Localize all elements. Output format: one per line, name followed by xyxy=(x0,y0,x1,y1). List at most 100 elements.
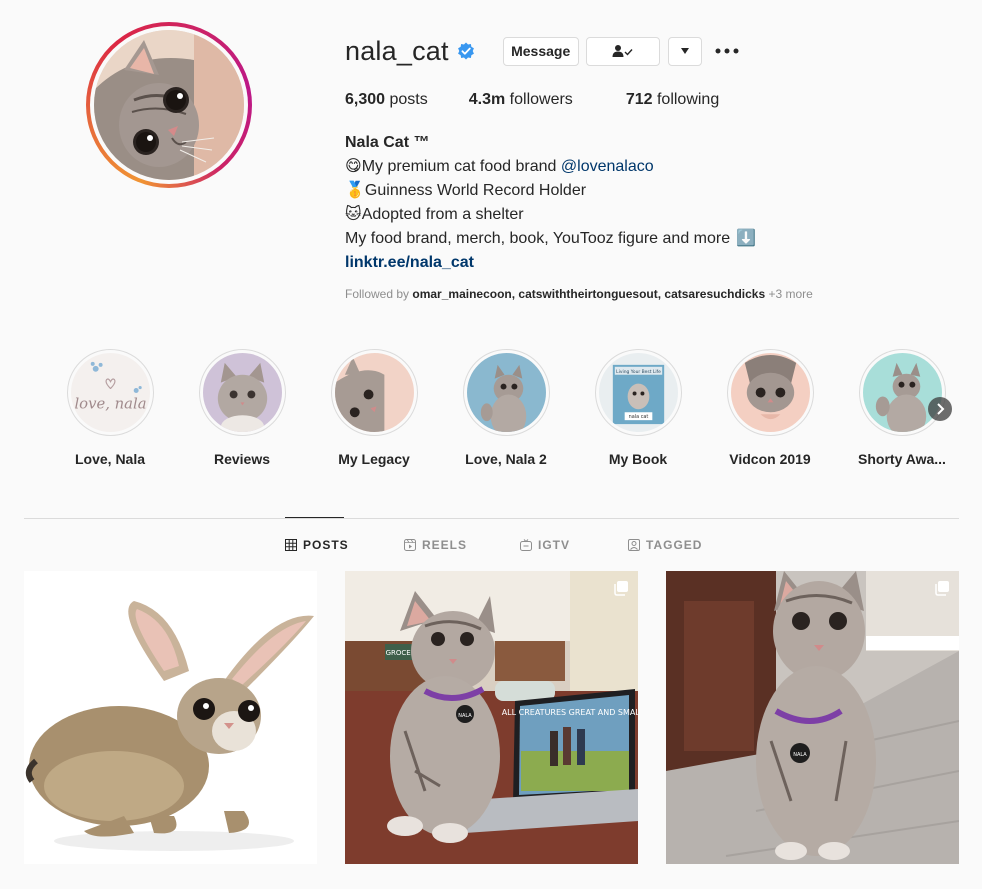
cat-with-laptop-photo: GROCERY ALL CREATURES GREAT AND SMALL NA… xyxy=(345,571,638,864)
bio-line-4: My food brand, merch, book, YouTooz figu… xyxy=(345,227,756,251)
avatar-gap xyxy=(90,26,248,184)
bio-line-4-text: My food brand, merch, book, YouTooz figu… xyxy=(345,230,731,247)
tab-tagged-label: TAGGED xyxy=(646,538,703,552)
profile-avatar xyxy=(94,30,244,180)
highlight-reviews[interactable]: Reviews xyxy=(176,349,308,467)
profile-stats: 6,300 posts 4.3m followers 712 following xyxy=(345,91,759,109)
tab-posts-label: POSTS xyxy=(303,538,349,552)
highlights-next-button[interactable] xyxy=(928,397,952,421)
profile-tabs: POSTS REELS IGTV TAGGED xyxy=(0,538,982,554)
igtv-icon xyxy=(520,539,532,551)
profile-bio: Nala Cat ™ 😋 My premium cat food brand @… xyxy=(345,131,756,275)
collar-tag-text: NALA xyxy=(458,713,472,719)
followed-by-users: omar_mainecoon, catswiththeirtonguesout,… xyxy=(412,287,766,301)
following-label: following xyxy=(656,91,720,108)
highlight-my-book[interactable]: Living Your Best Life nala cat My Book xyxy=(572,349,704,467)
highlight-cover: Living Your Best Life nala cat xyxy=(598,353,678,432)
multiple-photos-icon xyxy=(935,581,949,596)
story-highlights: love, nala Love, Nala Reviews My Legacy … xyxy=(66,349,956,469)
highlight-label: Vidcon 2019 xyxy=(729,451,811,467)
post-thumbnail[interactable]: NALA xyxy=(666,571,959,864)
highlight-love-nala-2[interactable]: Love, Nala 2 xyxy=(440,349,572,467)
highlight-cover: love, nala xyxy=(70,353,150,432)
bio-emoji-yum: 😋 xyxy=(345,158,362,175)
caret-down-icon xyxy=(680,48,689,54)
cat-face-cover xyxy=(202,353,282,432)
bio-line-2: 🥇 Guinness World Record Holder xyxy=(345,179,756,203)
more-options-button[interactable] xyxy=(715,39,739,63)
profile-header-row: nala_cat Message xyxy=(345,34,739,68)
grid-icon xyxy=(285,539,297,551)
highlight-cover xyxy=(466,353,546,432)
highlight-my-legacy[interactable]: My Legacy xyxy=(308,349,440,467)
verified-badge-icon xyxy=(457,42,474,60)
highlight-label: My Book xyxy=(608,451,668,467)
chevron-right-icon xyxy=(937,403,945,415)
love-nala-logo-cover: love, nala xyxy=(70,353,150,432)
highlight-label: My Legacy xyxy=(338,451,410,467)
highlight-label: Love, Nala 2 xyxy=(465,451,547,467)
profile-username: nala_cat xyxy=(345,35,449,66)
cat-on-blue-cover xyxy=(466,353,546,432)
tab-reels[interactable]: REELS xyxy=(404,538,467,552)
followers-stat[interactable]: 4.3m followers xyxy=(469,91,573,109)
profile-avatar-ring[interactable] xyxy=(86,22,252,188)
following-person-check-icon xyxy=(612,45,633,57)
highlight-cover xyxy=(334,353,414,432)
highlight-love-nala[interactable]: love, nala Love, Nala xyxy=(44,349,176,467)
book-cover: Living Your Best Life nala cat xyxy=(598,353,678,432)
love-nala-logo-text: love, nala xyxy=(74,395,146,412)
highlight-label: Shorty Awa... xyxy=(858,451,946,467)
tab-tagged[interactable]: TAGGED xyxy=(628,538,702,552)
post-thumbnail[interactable] xyxy=(24,571,317,864)
cat-peek-cover xyxy=(334,353,414,432)
avatar-cat-photo xyxy=(94,30,244,180)
cat-on-mint-cover xyxy=(862,353,942,432)
highlight-cover xyxy=(730,353,810,432)
message-button[interactable]: Message xyxy=(502,36,579,66)
suggested-accounts-caret-button[interactable] xyxy=(667,36,702,66)
followed-by-more: +3 more xyxy=(765,287,813,301)
bio-line-3-text: Adopted from a shelter xyxy=(361,206,524,223)
followers-count: 4.3m xyxy=(468,91,506,108)
bio-emoji-cat: 🐱 xyxy=(345,206,362,223)
posts-label: posts xyxy=(389,91,428,108)
posts-stat: 6,300 posts xyxy=(345,91,428,109)
reels-icon xyxy=(404,539,416,551)
following-stat[interactable]: 712 following xyxy=(626,91,719,109)
highlight-label: Love, Nala xyxy=(74,451,146,467)
tab-igtv[interactable]: IGTV xyxy=(520,538,570,552)
highlight-vidcon-2019[interactable]: Vidcon 2019 xyxy=(704,349,836,467)
cat-upside-down-cover xyxy=(730,353,810,432)
tab-posts[interactable]: POSTS xyxy=(285,538,349,552)
bio-line-1: 😋 My premium cat food brand @lovenalaco xyxy=(345,155,756,179)
bio-emoji-down-arrow: ⬇️ xyxy=(736,230,757,247)
highlight-cover xyxy=(862,353,942,432)
highlight-ring xyxy=(726,349,814,436)
followed-by-prefix: Followed by xyxy=(345,287,413,301)
more-horizontal-icon xyxy=(715,48,739,54)
collar-tag-text: NALA xyxy=(793,752,807,758)
active-tab-indicator xyxy=(285,517,344,518)
book-cover-title: Living Your Best Life xyxy=(616,369,661,375)
highlight-ring xyxy=(462,349,550,436)
highlight-ring: love, nala xyxy=(66,349,154,436)
highlight-cover xyxy=(202,353,282,432)
highlight-label: Reviews xyxy=(213,451,271,467)
following-button[interactable] xyxy=(585,36,660,66)
followers-label: followers xyxy=(509,91,573,108)
profile-display-name: Nala Cat ™ xyxy=(345,134,430,151)
following-count: 712 xyxy=(625,91,653,108)
post-thumbnail[interactable]: GROCERY ALL CREATURES GREAT AND SMALL NA… xyxy=(345,571,638,864)
tab-igtv-label: IGTV xyxy=(538,538,571,552)
bio-website-link[interactable]: linktr.ee/nala_cat xyxy=(345,254,474,271)
highlight-ring xyxy=(198,349,286,436)
cat-looking-up-photo: NALA xyxy=(666,571,959,864)
followed-by[interactable]: Followed by omar_mainecoon, catswiththei… xyxy=(345,287,813,301)
tagged-icon xyxy=(628,539,640,551)
bio-mention-link[interactable]: @lovenalaco xyxy=(561,155,654,179)
bunny-cat-photo xyxy=(24,571,317,864)
posts-count: 6,300 xyxy=(345,91,386,108)
highlight-ring xyxy=(858,349,946,436)
tab-reels-label: REELS xyxy=(422,538,468,552)
